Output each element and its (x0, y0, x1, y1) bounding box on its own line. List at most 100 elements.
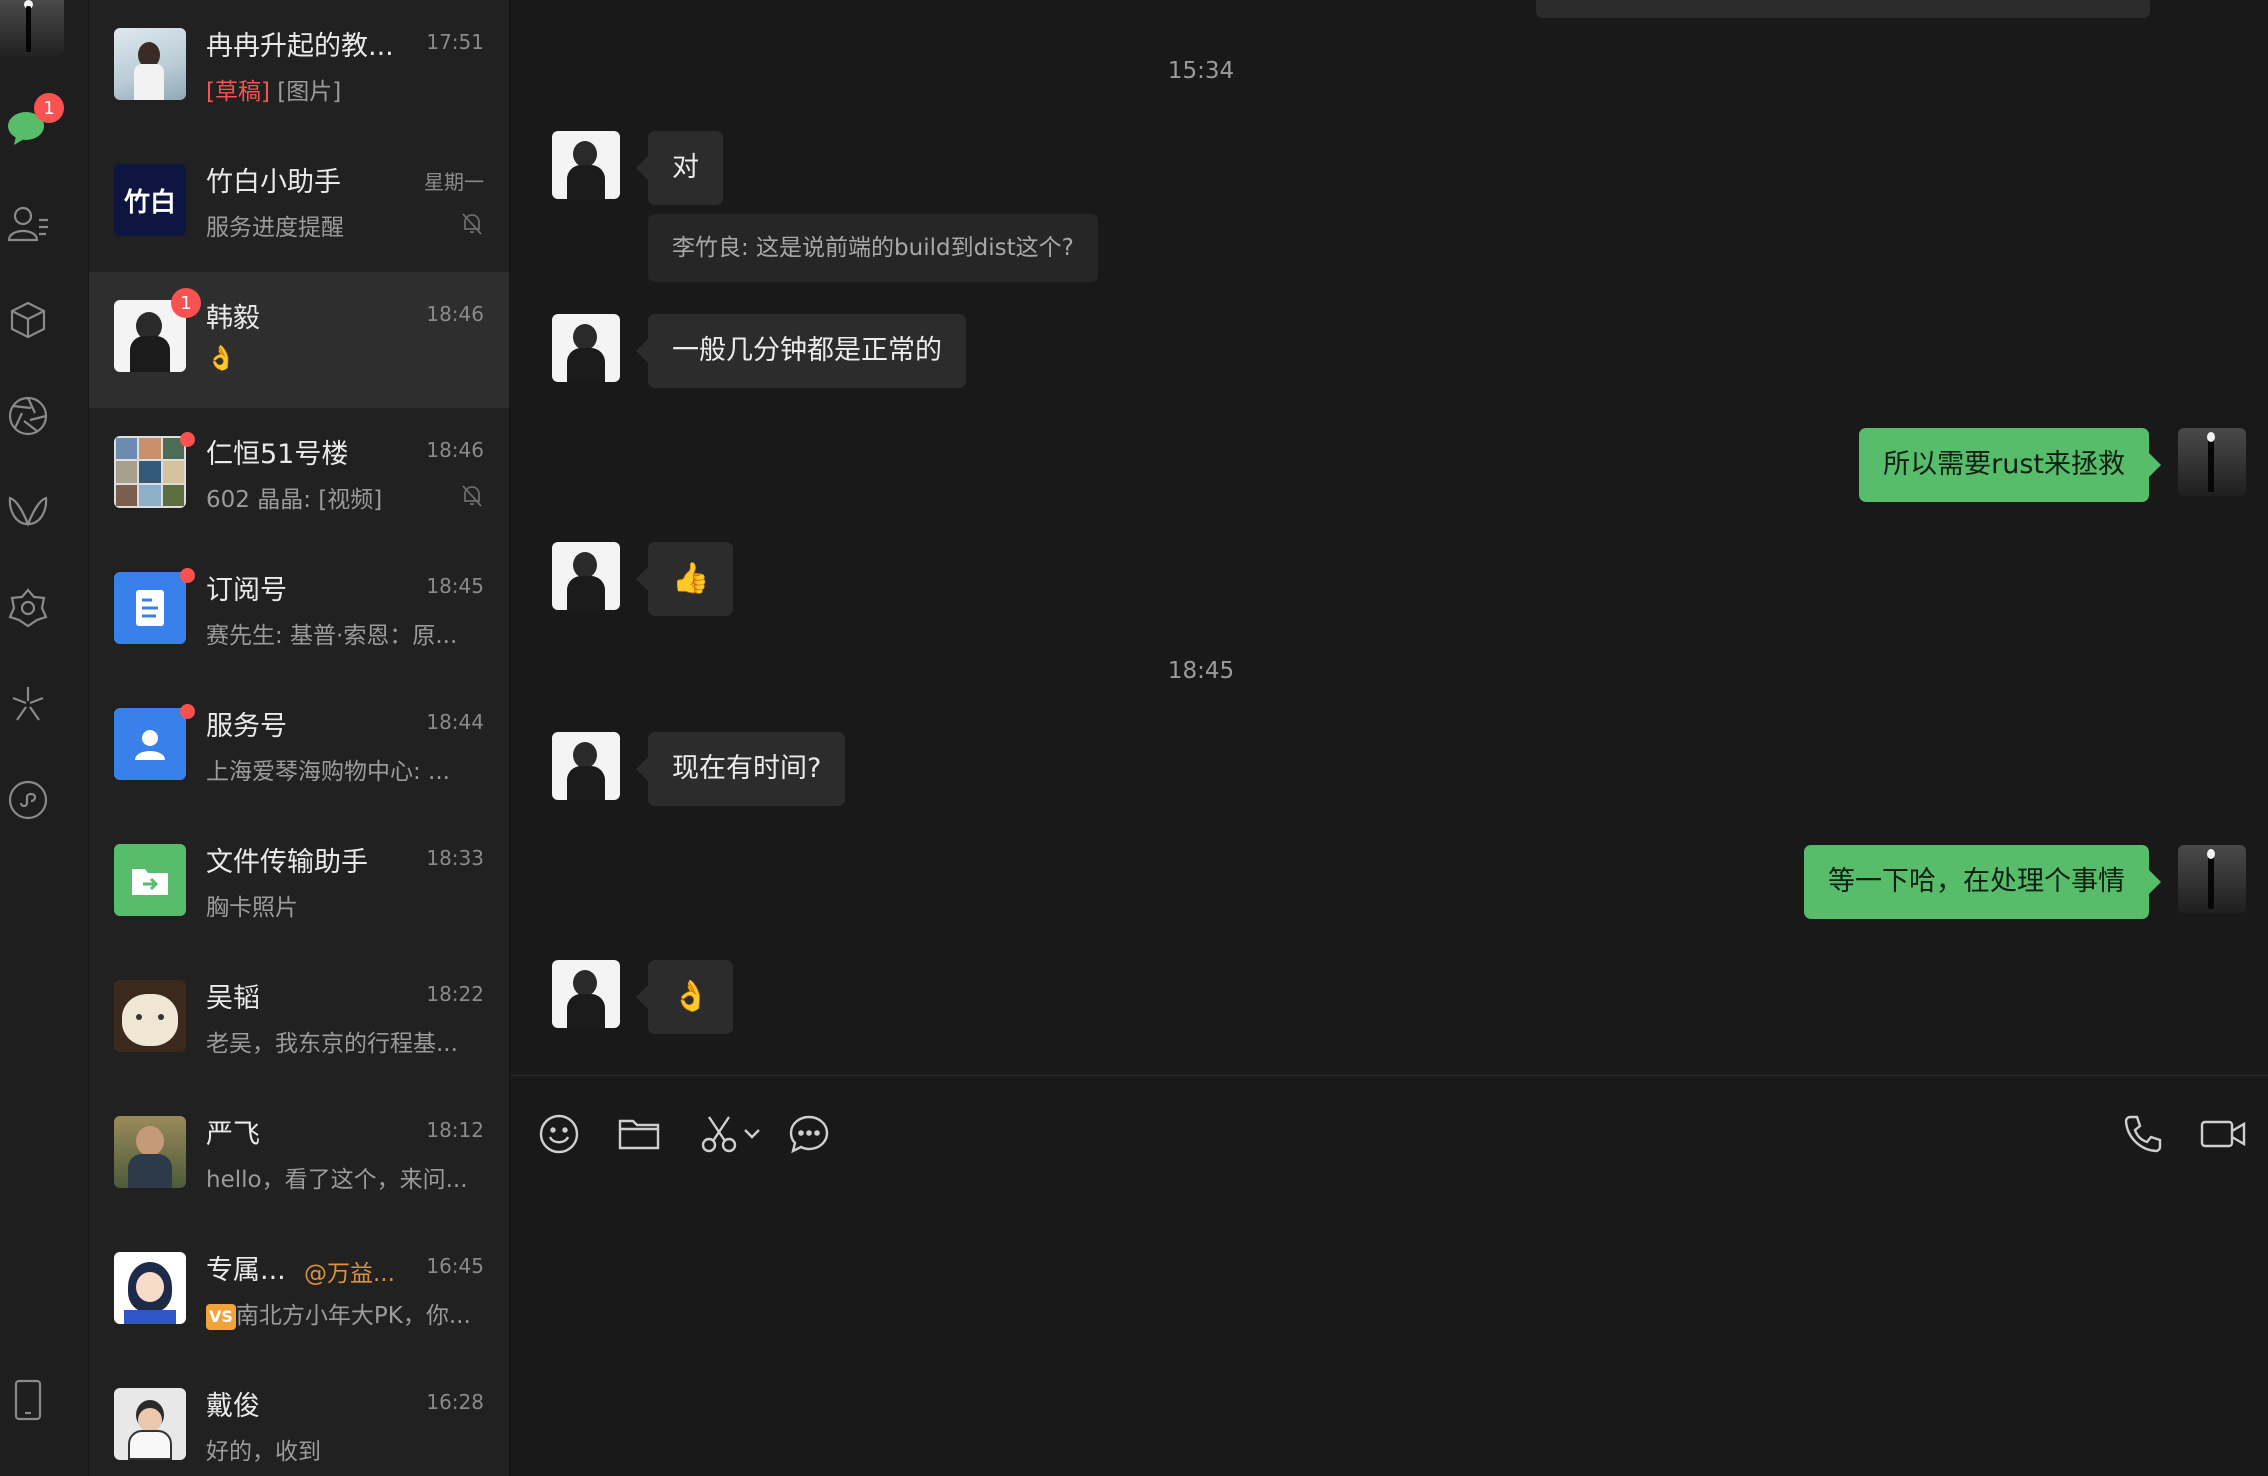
conversation-name: 韩毅 (206, 303, 260, 334)
contact-avatar[interactable] (552, 732, 620, 800)
conversation-preview: 👌 (206, 344, 236, 372)
preview-text: 南北方小年大PK，你... (235, 1303, 471, 1329)
wechat-window: 1 冉冉升起的教... 17:51 [草稿] [图片] 竹白 竹白小助手 星期一… (0, 0, 2268, 1476)
contacts-icon[interactable] (0, 196, 56, 252)
voice-call-icon[interactable] (2115, 1106, 2171, 1162)
conversation-time: 18:46 (426, 438, 484, 462)
video-call-icon[interactable] (2195, 1106, 2251, 1162)
conversation-preview: 602 晶晶: [视频] (206, 487, 383, 513)
conversation-time: 18:46 (426, 302, 484, 326)
chat-unread-badge: 1 (34, 93, 64, 123)
avatar (114, 1116, 186, 1188)
document-icon (136, 590, 164, 626)
folder-icon[interactable] (611, 1106, 667, 1162)
mini-program-icon[interactable] (0, 772, 56, 828)
my-avatar[interactable] (2178, 845, 2246, 913)
timestamp: 15:34 (1167, 58, 1235, 84)
quoted-reply[interactable]: 李竹良: 这是说前端的build到dist这个? (648, 214, 1098, 282)
conversation-time: 星期一 (424, 170, 484, 194)
conversation-item[interactable]: 专属... @万益... 16:45 VS 南北方小年大PK，你... (89, 1224, 509, 1360)
conversation-time: 18:12 (426, 1118, 484, 1142)
conversation-item[interactable]: 严飞 18:12 hello，看了这个，来问... (89, 1088, 509, 1224)
conversation-preview: VS 南北方小年大PK，你... (206, 1296, 476, 1330)
my-message-bubble[interactable]: 所以需要rust来拯救 (1859, 428, 2161, 502)
chat-pane: 15:34 对 李竹良: 这是说前端的build到dist这个? 一般几分钟都是… (511, 0, 2268, 1476)
conversation-item[interactable]: 竹白 竹白小助手 星期一 服务进度提醒 (89, 136, 509, 272)
chat-history-icon[interactable] (781, 1106, 837, 1162)
avatar (114, 980, 186, 1052)
conversation-time: 18:22 (426, 982, 484, 1006)
avatar: 竹白 (114, 164, 186, 236)
conversation-item[interactable]: 文件传输助手 18:33 胸卡照片 (89, 816, 509, 952)
input-area (511, 1075, 2268, 1476)
search-discover-icon[interactable] (0, 580, 56, 636)
nav-rail: 1 (0, 0, 89, 1476)
spark-icon[interactable] (0, 676, 56, 732)
conversation-preview: 老吴，我东京的行程基... (206, 1031, 458, 1057)
conversation-name: 订阅号 (206, 575, 287, 606)
avatar (114, 28, 186, 100)
my-avatar[interactable] (2178, 428, 2246, 496)
contact-avatar[interactable] (552, 542, 620, 610)
contact-avatar[interactable] (552, 131, 620, 199)
vs-badge: VS (206, 1303, 236, 1330)
conversation-preview: 胸卡照片 (206, 895, 298, 921)
unread-dot (180, 432, 195, 447)
conversation-time: 17:51 (426, 30, 484, 54)
conversation-name: 严飞 (206, 1119, 260, 1150)
timestamp: 18:45 (1167, 658, 1235, 684)
previous-message-bubble (1536, 0, 2150, 18)
phone-device-icon[interactable] (0, 1372, 56, 1428)
person-icon (135, 730, 165, 760)
conversation-preview: 上海爱琴海购物中心: ... (206, 759, 450, 785)
conversation-name: 文件传输助手 (206, 847, 368, 878)
message-bubble[interactable]: 一般几分钟都是正常的 (636, 314, 966, 388)
message-bubble[interactable]: 👌 (635, 960, 734, 1034)
conversation-name: 专属... (206, 1255, 286, 1286)
message-bubble[interactable]: 👍 (635, 542, 734, 616)
message-bubble[interactable]: 对 (636, 131, 723, 205)
preview-text: [图片] (277, 79, 342, 105)
unread-dot (180, 568, 195, 583)
file-transfer-avatar (114, 844, 186, 916)
conversation-time: 18:33 (426, 846, 484, 870)
conversation-preview: 服务进度提醒 (206, 215, 344, 241)
mute-bell-icon (462, 213, 482, 235)
cube-icon[interactable] (0, 292, 56, 348)
conversation-preview: hello，看了这个，来问... (206, 1167, 468, 1193)
conversation-item-active[interactable]: 1 韩毅 18:46 👌 (89, 272, 509, 408)
conversation-item[interactable]: 订阅号 18:45 赛先生: 基普·索恩：原... (89, 544, 509, 680)
my-message-bubble[interactable]: 等一下哈，在处理个事情 (1804, 845, 2161, 919)
chevron-down-icon[interactable] (737, 1106, 767, 1162)
draft-label: [草稿] (206, 79, 270, 105)
avatar-text: 竹白 (123, 187, 176, 218)
conversation-item[interactable]: 冉冉升起的教... 17:51 [草稿] [图片] (89, 0, 509, 136)
message-bubble[interactable]: 现在有时间? (635, 732, 846, 806)
conversation-item[interactable]: 仁恒51号楼 18:46 602 晶晶: [视频] (89, 408, 509, 544)
conversation-name: 仁恒51号楼 (206, 439, 349, 470)
conversation-name: 戴俊 (206, 1391, 260, 1422)
mention-label: @万益... (304, 1261, 395, 1287)
emoji-icon[interactable] (531, 1106, 587, 1162)
subscription-avatar (114, 572, 186, 644)
conversation-preview: 赛先生: 基普·索恩：原... (206, 623, 458, 649)
service-avatar (114, 708, 186, 780)
conversation-item[interactable]: 戴俊 16:28 好的，收到 (89, 1360, 509, 1476)
conversation-name: 冉冉升起的教... (206, 31, 394, 62)
moments-icon[interactable] (0, 388, 56, 444)
message-input[interactable] (541, 1186, 2231, 1446)
conversation-time: 18:44 (426, 710, 484, 734)
avatar (114, 1388, 186, 1460)
conversation-item[interactable]: 吴韬 18:22 老吴，我东京的行程基... (89, 952, 509, 1088)
unread-dot (180, 704, 195, 719)
contact-avatar[interactable] (552, 314, 620, 382)
avatar (114, 436, 186, 508)
conversation-item[interactable]: 服务号 18:44 上海爱琴海购物中心: ... (89, 680, 509, 816)
avatar (114, 1252, 186, 1324)
conversation-name: 吴韬 (206, 983, 260, 1014)
contact-avatar[interactable] (552, 960, 620, 1028)
unread-badge: 1 (171, 288, 201, 318)
channels-icon[interactable] (0, 484, 56, 540)
mute-bell-icon (462, 485, 482, 507)
my-avatar[interactable] (0, 0, 64, 56)
